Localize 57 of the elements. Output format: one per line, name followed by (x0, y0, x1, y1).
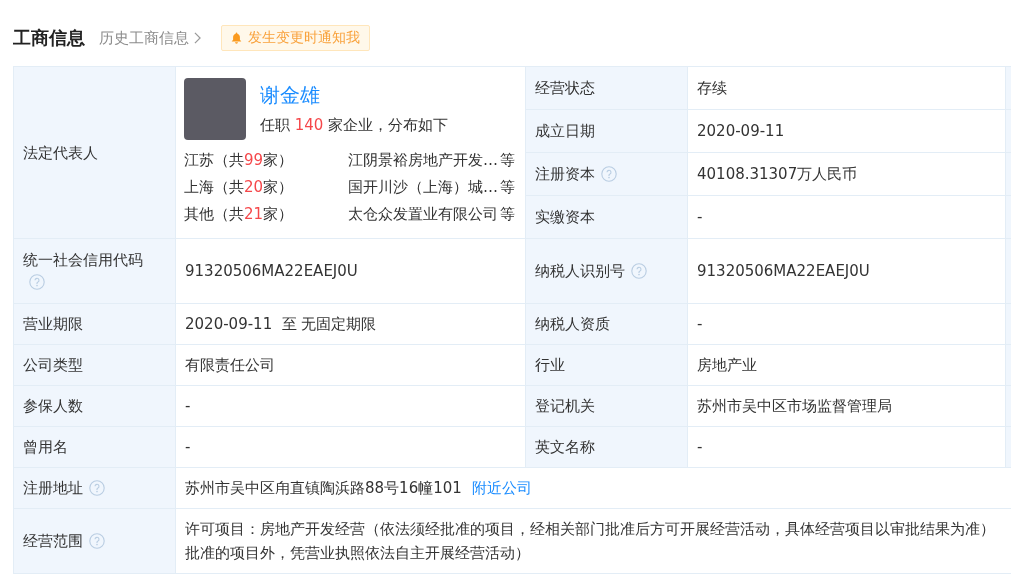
field-label: 实缴资本 (535, 208, 595, 226)
field-value: 40108.31307万人民币 (697, 164, 858, 184)
field-label: 纳税人资质 (535, 315, 610, 333)
region-count: 江苏（共99家） (184, 151, 295, 170)
field-label: 行业 (535, 356, 565, 374)
field-label: 公司类型 (23, 356, 83, 374)
field-value: 91320506MA22EAEJ0U (185, 262, 358, 280)
field-label: 成立日期 (535, 122, 595, 140)
business-scope-text: 批准的项目外，凭营业执照依法自主开展经营活动） (185, 544, 530, 563)
notify-button[interactable]: 发生变更时通知我 (221, 25, 370, 51)
field-label: 统一社会信用代码 (23, 251, 143, 269)
field-label: 法定代表人 (23, 142, 98, 164)
help-icon[interactable] (89, 480, 105, 496)
history-link[interactable]: 历史工商信息 (99, 28, 201, 48)
field-label: 营业期限 (23, 315, 83, 333)
more-text: 等 (500, 151, 515, 170)
help-icon[interactable] (601, 166, 617, 182)
field-value: 2020-09-11 至 无固定期限 (185, 314, 377, 334)
help-icon[interactable] (89, 533, 105, 549)
field-label: 英文名称 (535, 438, 595, 456)
company-link[interactable]: 江阴景裕房地产开发… (330, 151, 498, 170)
region-count: 其他（共21家） (184, 205, 295, 224)
field-value: - (185, 397, 191, 415)
photo-placeholder (184, 78, 246, 140)
company-link[interactable]: 国开川沙（上海）城… (330, 178, 498, 197)
field-value: 存续 (697, 78, 727, 98)
field-value: 有限责任公司 (185, 355, 275, 375)
business-scope-text: 许可项目：房地产开发经营（依法须经批准的项目，经相关部门批准后方可开展经营活动，具体经营项目以审批结果为准） (185, 520, 995, 539)
field-value: - (697, 315, 703, 333)
field-value: 苏州市吴中区市场监督管理局 (697, 396, 892, 416)
help-icon[interactable] (29, 274, 45, 290)
chevron-right-icon (194, 32, 201, 44)
company-link[interactable]: 太仓众发置业有限公司 (330, 205, 498, 224)
section-title: 工商信息 (13, 26, 85, 50)
bell-icon (231, 32, 242, 44)
company-count-text: 任职 140 家企业，分布如下 (260, 115, 449, 136)
field-label: 参保人数 (23, 397, 83, 415)
field-label: 纳税人识别号 (535, 262, 625, 280)
field-value: - (185, 438, 191, 456)
field-value: 91320506MA22EAEJ0U (697, 262, 870, 280)
field-value: 2020-09-11 (697, 122, 785, 140)
region-count: 上海（共20家） (184, 178, 295, 197)
more-text: 等 (500, 178, 515, 197)
field-label: 曾用名 (23, 438, 68, 456)
field-label: 登记机关 (535, 397, 595, 415)
more-text: 等 (500, 205, 515, 224)
help-icon[interactable] (631, 263, 647, 279)
field-value: - (697, 438, 703, 456)
field-label: 经营范围 (23, 532, 83, 550)
person-name-link[interactable]: 谢金雄 (260, 80, 320, 110)
field-value: - (697, 208, 703, 226)
field-value: 房地产业 (697, 355, 757, 375)
field-label: 注册资本 (535, 165, 595, 183)
field-value: 苏州市吴中区甪直镇陶浜路88号16幢101 (185, 478, 462, 498)
nearby-companies-link[interactable]: 附近公司 (471, 478, 532, 498)
field-label: 经营状态 (535, 79, 595, 97)
field-label: 注册地址 (23, 479, 83, 497)
